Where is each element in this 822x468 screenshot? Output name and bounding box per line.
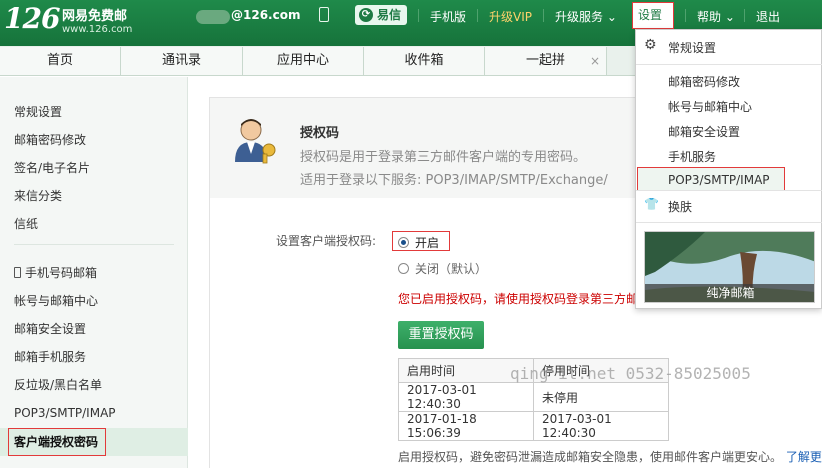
tab-group-buy-label: 一起拼	[525, 53, 565, 68]
watermark: qing it.net 0532-85025005	[510, 364, 751, 383]
help-menu[interactable]: 帮助 ⌄	[697, 8, 735, 25]
close-icon[interactable]: ×	[590, 47, 600, 75]
yixin-label: 易信	[377, 8, 402, 22]
sidebar-item-password[interactable]: 邮箱密码修改	[14, 130, 86, 150]
sidebar-item-pop3[interactable]: POP3/SMTP/IMAP	[14, 403, 116, 423]
nav-divider	[543, 9, 544, 22]
gear-icon: ⚙	[644, 37, 657, 53]
phone-icon[interactable]	[319, 7, 329, 22]
sidebar-item-label: 手机号码邮箱	[25, 266, 98, 280]
help-label: 帮助	[697, 10, 722, 24]
mobile-version-link[interactable]: 手机版	[430, 8, 466, 25]
upgrade-service-menu[interactable]: 升级服务 ⌄	[555, 8, 617, 25]
nav-divider	[477, 9, 478, 22]
tab-app-center[interactable]: 应用中心	[243, 47, 364, 75]
table-cell: 2017-01-18 15:06:39	[398, 411, 534, 441]
account-domain[interactable]: @126.com	[231, 8, 300, 22]
chevron-down-icon: ⌄	[724, 10, 735, 24]
auth-footnote: 启用授权码，避免密码泄漏造成邮箱安全隐患，使用邮件客户端更安心。 了解更多	[398, 448, 822, 465]
sidebar-item-stationery[interactable]: 信纸	[14, 214, 38, 234]
skin-caption: 纯净邮箱	[645, 284, 814, 302]
nav-divider	[685, 9, 686, 22]
tab-inbox[interactable]: 收件箱	[364, 47, 485, 75]
auth-description: 授权码是用于登录第三方邮件客户端的专用密码。	[300, 150, 587, 165]
yixin-icon: ⟳	[359, 8, 373, 22]
logout-link[interactable]: 退出	[756, 8, 780, 25]
sidebar-item-general[interactable]: 常规设置	[14, 102, 62, 122]
table-row: 2017-03-01 12:40:30 未停用	[398, 382, 669, 412]
nav-divider	[744, 9, 745, 22]
settings-menu-trigger[interactable]: 设置 ^	[632, 2, 674, 46]
radio-off[interactable]	[398, 263, 409, 274]
user-key-icon	[235, 119, 276, 164]
sidebar-item-mobile-service[interactable]: 邮箱手机服务	[14, 347, 86, 367]
menu-item-password[interactable]: 邮箱密码修改	[668, 73, 740, 90]
tshirt-icon: 👕	[644, 197, 659, 211]
footnote-text: 启用授权码，避免密码泄漏造成邮箱安全隐患，使用邮件客户端更安心。	[398, 450, 783, 464]
reset-auth-code-button[interactable]: 重置授权码	[398, 321, 484, 349]
table-cell: 2017-03-01 12:40:30	[398, 382, 534, 412]
menu-item-mobile-service[interactable]: 手机服务	[668, 148, 716, 165]
learn-more-link[interactable]: 了解更多	[786, 450, 822, 464]
menu-item-general[interactable]: 常规设置	[668, 39, 716, 56]
radio-on[interactable]	[398, 237, 409, 248]
sidebar-item-antispam[interactable]: 反垃圾/黑白名单	[14, 375, 102, 395]
radio-off-label[interactable]: 关闭（默认）	[415, 260, 487, 277]
logo-url: www.126.com	[62, 24, 133, 35]
settings-dropdown: ⚙ 常规设置 邮箱密码修改 帐号与邮箱中心 邮箱安全设置 手机服务 POP3/S…	[635, 29, 822, 309]
menu-item-pop3[interactable]: POP3/SMTP/IMAP	[668, 173, 770, 187]
chevron-down-icon: ⌄	[606, 10, 617, 24]
menu-item-skin[interactable]: 换肤	[668, 198, 692, 215]
sidebar-item-signature[interactable]: 签名/电子名片	[14, 158, 90, 178]
sidebar-item-mobile-mailbox[interactable]: 手机号码邮箱	[14, 263, 97, 283]
tab-group-buy[interactable]: 一起拼 ×	[485, 47, 607, 75]
settings-label: 设置	[638, 8, 663, 22]
menu-item-security[interactable]: 邮箱安全设置	[668, 123, 740, 140]
mobile-icon	[14, 267, 21, 278]
table-cell: 未停用	[533, 382, 669, 412]
sidebar-item-filters[interactable]: 来信分类	[14, 186, 62, 206]
menu-divider	[636, 190, 822, 191]
auth-form-label: 设置客户端授权码:	[276, 234, 377, 248]
auth-services: 适用于登录以下服务: POP3/IMAP/SMTP/Exchange/	[300, 173, 608, 188]
upgrade-service-label: 升级服务	[555, 10, 604, 24]
auth-warning: 您已启用授权码，请使用授权码登录第三方邮	[398, 292, 639, 306]
table-cell: 2017-03-01 12:40:30	[533, 411, 669, 441]
nav-divider	[418, 9, 419, 22]
sidebar-divider	[14, 244, 174, 245]
menu-divider	[636, 64, 822, 65]
table-row: 2017-01-18 15:06:39 2017-03-01 12:40:30	[398, 411, 669, 441]
tab-contacts[interactable]: 通讯录	[121, 47, 243, 75]
tab-home[interactable]: 首页	[0, 47, 121, 75]
sidebar-item-account-center[interactable]: 帐号与邮箱中心	[14, 291, 98, 311]
skin-preview[interactable]: 纯净邮箱	[644, 231, 815, 303]
logo-number: 126	[4, 2, 60, 35]
account-name-blurred	[196, 10, 230, 24]
logo-name: 网易免费邮	[62, 9, 128, 24]
menu-item-account-center[interactable]: 帐号与邮箱中心	[668, 98, 752, 115]
menu-divider	[636, 222, 822, 223]
upgrade-vip-link[interactable]: 升级VIP	[489, 8, 532, 25]
yixin-button[interactable]: ⟳ 易信	[355, 5, 407, 25]
radio-on-label[interactable]: 开启	[415, 234, 439, 251]
sidebar-item-security[interactable]: 邮箱安全设置	[14, 319, 86, 339]
sidebar-highlight-box	[8, 428, 106, 456]
auth-title: 授权码	[300, 126, 340, 141]
